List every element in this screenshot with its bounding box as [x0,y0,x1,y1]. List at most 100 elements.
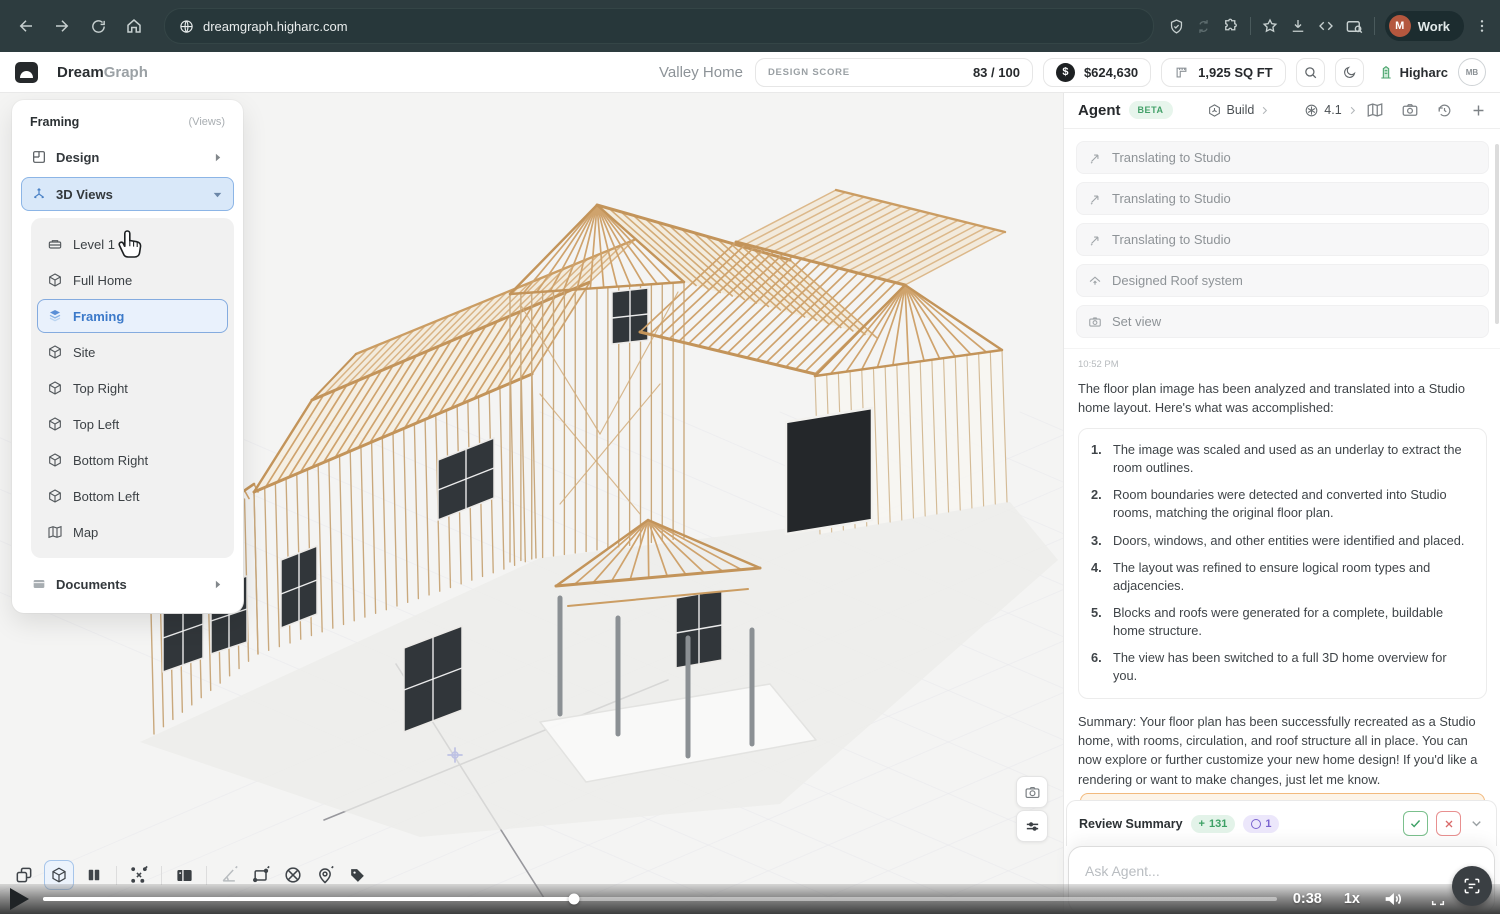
camera-icon[interactable] [1401,101,1419,119]
agent-action-item[interactable]: Translating to Studio [1076,141,1489,174]
agent-action-item[interactable]: Designed Roof system [1076,264,1489,297]
accept-changes-button[interactable] [1403,811,1428,836]
message-summary: Summary: Your floor plan has been succes… [1078,712,1487,790]
agent-action-label: Translating to Studio [1112,232,1231,247]
view-item-framing[interactable]: Framing [37,299,228,333]
profile-avatar: M [1389,15,1411,37]
view-item-full-home[interactable]: Full Home [37,263,228,297]
snapshot-camera-button[interactable] [1016,776,1048,808]
agent-action-label: Translating to Studio [1112,191,1231,206]
devtools-code-icon[interactable] [1317,17,1335,35]
panel-scrollbar[interactable] [1495,144,1499,324]
circle-icon [1251,819,1261,829]
download-icon[interactable] [1289,17,1307,35]
browser-profile-button[interactable]: M Work [1385,11,1464,41]
video-progress-knob[interactable] [568,894,579,905]
agent-action-item[interactable]: Translating to Studio [1076,182,1489,215]
search-button[interactable] [1296,58,1325,87]
scan-capture-button[interactable] [1452,866,1492,906]
browser-chrome: dreamgraph.higharc.com M Work [0,0,1500,52]
agent-action-label: Translating to Studio [1112,150,1231,165]
tab-search-icon[interactable] [1345,17,1364,36]
org-icon [1378,64,1394,80]
additions-badge: +131 [1191,815,1236,833]
user-avatar[interactable]: MB [1458,58,1486,86]
divider [161,866,162,885]
area-value: 1,925 SQ FT [1198,65,1272,80]
area-pill[interactable]: 1,925 SQ FT [1161,58,1285,87]
divider [1374,17,1375,35]
agent-action-item[interactable]: Set view [1076,305,1489,338]
extensions-puzzle-icon[interactable] [1222,17,1240,35]
step-item: 5.Blocks and roofs were generated for a … [1091,604,1472,640]
site-globe-icon [179,19,194,34]
history-icon[interactable] [1436,102,1453,119]
view-item-label: Top Left [73,417,119,432]
view-item-level-1[interactable]: Level 1 [37,227,228,261]
profile-name: Work [1418,19,1450,34]
chevron-right-icon [1259,105,1270,116]
cube-icon [47,488,63,504]
cube-icon [47,380,63,396]
view-item-bottom-left[interactable]: Bottom Left [37,479,228,513]
scene-map-icon[interactable] [1366,101,1384,119]
model-selector[interactable]: 4.1 [1304,103,1357,118]
changes-pending-banner[interactable]: 132 changes pending [1080,793,1485,800]
cube-icon [47,344,63,360]
view-item-label: Site [73,345,95,360]
step-item: 3.Doors, windows, and other entities wer… [1091,532,1472,550]
dollar-icon: $ [1056,63,1075,82]
step-item: 6.The view has been switched to a full 3… [1091,649,1472,685]
reject-changes-button[interactable] [1436,811,1461,836]
view-item-top-left[interactable]: Top Left [37,407,228,441]
chevron-down-icon [211,188,224,201]
price-value: $624,630 [1084,65,1138,80]
design-score-label: DESIGN SCORE [768,67,850,78]
build-selector[interactable]: Build [1207,103,1271,118]
price-pill[interactable]: $ $624,630 [1043,58,1151,87]
play-button[interactable] [10,888,29,910]
agent-action-item[interactable]: Translating to Studio [1076,223,1489,256]
cube-icon [47,416,63,432]
design-score-pill[interactable]: DESIGN SCORE 83 / 100 [755,58,1033,87]
volume-icon[interactable] [1382,888,1404,910]
video-progress-bar[interactable] [43,897,1277,901]
dark-mode-moon-button[interactable] [1335,58,1364,87]
step-item: 4.The layout was refined to ensure logic… [1091,559,1472,595]
fullscreen-icon[interactable] [1430,891,1446,907]
forward-icon[interactable] [46,10,78,42]
framing-layers-icon [47,308,63,324]
view-item-top-right[interactable]: Top Right [37,371,228,405]
sync-icon[interactable] [1195,18,1212,35]
browser-menu-kebab-icon[interactable] [1474,18,1490,34]
divider [206,866,207,885]
sidebar-item-documents[interactable]: Documents [21,567,234,601]
agent-message: 10:52 PM The floor plan image has been a… [1064,349,1500,800]
org-switcher[interactable]: Higharc [1378,64,1448,80]
reload-icon[interactable] [82,10,114,42]
agent-action-label: Set view [1112,314,1161,329]
new-chat-plus-icon[interactable] [1470,102,1487,119]
view-settings-button[interactable] [1016,810,1048,842]
view-item-bottom-right[interactable]: Bottom Right [37,443,228,477]
chevron-down-icon[interactable] [1469,816,1484,831]
home-icon[interactable] [118,10,150,42]
url-bar[interactable]: dreamgraph.higharc.com [164,8,1154,44]
back-icon[interactable] [10,10,42,42]
project-title[interactable]: Valley Home [659,64,743,81]
sidebar-item-design[interactable]: Design [21,140,234,174]
model-icon [1304,103,1319,118]
sidebar-item-label: 3D Views [56,187,113,202]
view-item-map[interactable]: Map [37,515,228,549]
bookmark-star-icon[interactable] [1261,17,1279,35]
ruler-icon [1174,65,1189,80]
url-text: dreamgraph.higharc.com [203,19,348,34]
agent-panel: Agent BETA Build 4.1 Tra [1063,92,1500,914]
extension-shield-icon[interactable] [1168,18,1185,35]
app-logo[interactable] [14,61,39,84]
view-item-label: Bottom Left [73,489,139,504]
playback-speed[interactable]: 1x [1344,891,1360,907]
sidebar-item-3d-views[interactable]: 3D Views [21,177,234,211]
steps-card: 1.The image was scaled and used as an un… [1078,428,1487,699]
view-item-site[interactable]: Site [37,335,228,369]
